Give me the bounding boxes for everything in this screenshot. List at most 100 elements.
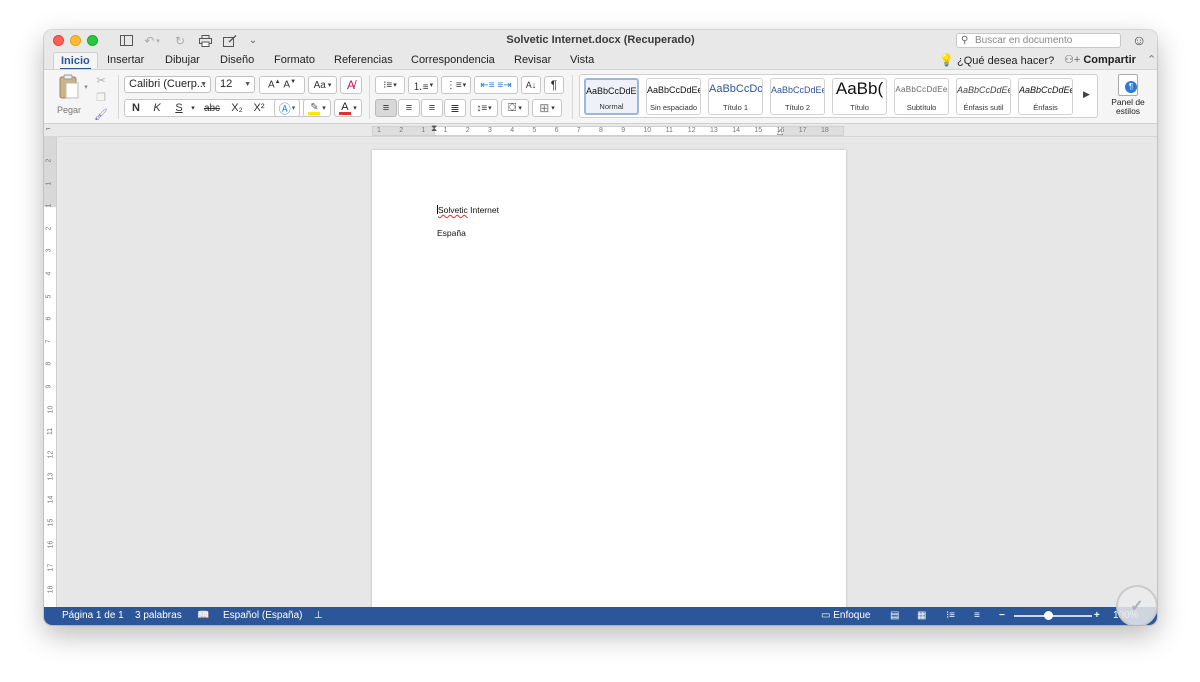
word-count[interactable]: 3 palabras — [135, 610, 182, 622]
shading-button[interactable]: ⛋ ▾ — [501, 99, 529, 117]
clear-format-button[interactable]: A̸ — [340, 76, 362, 94]
feedback-smiley-icon[interactable]: ☺ — [1132, 32, 1146, 48]
paste-button[interactable]: Pegar — [54, 74, 84, 115]
horizontal-ruler[interactable]: ⌐ 1 2 1 1 2 3 4 5 6 7 8 9 10 11 12 13 14 15 16 17 18 ⧗ △ — [44, 123, 1157, 137]
underline-button[interactable]: S — [171, 99, 187, 117]
shrink-font-icon[interactable]: A▼ — [283, 79, 296, 90]
sidebar-toggle-icon[interactable] — [118, 32, 134, 49]
numbering-button[interactable]: ⒈≡ ▾ — [408, 76, 438, 94]
vruler-number: 17 — [47, 563, 55, 572]
bullets-button[interactable]: ⁝≡ ▾ — [375, 76, 405, 94]
text-effects-button[interactable]: Ⓐ ▾ — [274, 99, 300, 117]
borders-button[interactable]: ⊞ ▾ — [532, 99, 562, 117]
indent-marker-icon[interactable]: ⧗ — [431, 123, 437, 134]
format-painter-icon[interactable]: 🖌 — [93, 105, 109, 123]
tell-me-label: ¿Qué desea hacer? — [957, 55, 1055, 67]
copy-icon[interactable]: ❐ — [93, 88, 109, 106]
text-effects-icon: Ⓐ — [278, 101, 291, 116]
style-sample: AaBbCcDdEe — [895, 85, 948, 94]
edit-icon[interactable] — [221, 32, 238, 49]
tab-diseno[interactable]: Diseño — [220, 52, 254, 69]
maximize-window-button[interactable] — [87, 35, 98, 46]
misspelled-word[interactable]: Solvetic — [438, 205, 468, 215]
zoom-slider-thumb[interactable] — [1044, 611, 1053, 620]
style-normal[interactable]: AaBbCcDdEe Normal — [584, 78, 639, 115]
redo-icon[interactable]: ↻ — [172, 32, 188, 49]
justify-button[interactable]: ≣ — [444, 99, 466, 117]
track-changes-icon[interactable]: ⊥ — [314, 610, 323, 622]
ruler-number: 14 — [732, 127, 740, 134]
style-titulo-1[interactable]: AaBbCcDc Título 1 — [708, 78, 763, 115]
cut-icon[interactable]: ✂ — [93, 71, 109, 89]
style-enfasis[interactable]: AaBbCcDdEe Énfasis — [1018, 78, 1073, 115]
document-paragraph-2[interactable]: España — [437, 228, 466, 238]
tab-stop-selector-icon[interactable]: ⌐ — [46, 124, 51, 133]
tab-referencias[interactable]: Referencias — [334, 52, 393, 69]
minimize-window-button[interactable] — [70, 35, 81, 46]
multilevel-list-button[interactable]: ⋮≡ ▾ — [441, 76, 471, 94]
focus-mode-button[interactable]: ▭ Enfoque — [821, 610, 871, 622]
grow-font-icon[interactable]: A▲ — [268, 79, 281, 90]
print-layout-icon[interactable]: ▤ — [890, 610, 899, 622]
style-titulo-2[interactable]: AaBbCcDdEe Título 2 — [770, 78, 825, 115]
line-spacing-button[interactable]: ↕≡ ▾ — [470, 99, 498, 117]
bold-button[interactable]: N — [127, 99, 145, 117]
highlight-button[interactable]: ✎ ▾ — [303, 99, 331, 117]
right-indent-marker-icon[interactable]: △ — [777, 127, 783, 136]
page-count[interactable]: Página 1 de 1 — [62, 610, 124, 622]
gallery-next-icon[interactable]: ▶ — [1083, 89, 1090, 100]
proofing-book-icon[interactable]: 📖 — [197, 610, 209, 622]
tab-formato[interactable]: Formato — [274, 52, 315, 69]
style-subtitulo[interactable]: AaBbCcDdEe Subtítulo — [894, 78, 949, 115]
font-name-select[interactable]: Calibri (Cuerp... ▼ — [124, 76, 211, 93]
style-enfasis-sutil[interactable]: AaBbCcDdEe Énfasis sutil — [956, 78, 1011, 115]
share-button[interactable]: ⚇+ Compartir ⌃ — [1064, 53, 1156, 66]
chevron-down-icon: ▼ — [200, 81, 207, 88]
paste-dropdown-icon[interactable]: ▾ — [82, 78, 90, 96]
styles-pane-button[interactable]: Panel de estilos — [1104, 74, 1152, 122]
document-canvas[interactable]: Solvetic Internet España — [58, 138, 1157, 610]
tab-insertar[interactable]: Insertar — [107, 52, 144, 69]
style-titulo[interactable]: AaBb( Título — [832, 78, 887, 115]
font-color-button[interactable]: A ▾ — [334, 99, 362, 117]
zoom-in-button[interactable]: + — [1094, 610, 1100, 622]
tab-inicio[interactable]: Inicio — [53, 52, 98, 70]
language-status[interactable]: Español (España) — [223, 610, 303, 622]
change-case-button[interactable]: Aa ▾ — [308, 76, 337, 94]
strikethrough-button[interactable]: abc — [200, 99, 224, 117]
outline-view-icon[interactable]: ⁝≡ — [946, 610, 955, 622]
ruler-number: 11 — [665, 127, 673, 134]
tab-revisar[interactable]: Revisar — [514, 52, 551, 69]
vertical-ruler[interactable]: 2 1 1 2 3 4 5 6 7 8 9 10 11 12 13 14 15 16 17 18 — [44, 137, 57, 607]
show-marks-button[interactable]: ¶ — [544, 76, 564, 94]
customize-toolbar-icon[interactable]: ⌄ — [247, 32, 259, 49]
tab-correspondencia[interactable]: Correspondencia — [411, 52, 495, 69]
web-layout-icon[interactable]: ▦ — [917, 610, 926, 622]
document-paragraph-1[interactable]: Solvetic Internet — [437, 205, 499, 215]
align-right-button[interactable]: ≡ — [421, 99, 443, 117]
close-window-button[interactable] — [53, 35, 64, 46]
zoom-out-button[interactable]: − — [999, 610, 1005, 622]
draft-view-icon[interactable]: ≡ — [974, 610, 980, 622]
decrease-indent-icon[interactable]: ⇤≡ — [480, 80, 494, 91]
sort-button[interactable]: A↓ — [521, 76, 541, 94]
ruler-number: 1 — [443, 127, 448, 134]
print-icon[interactable] — [197, 32, 214, 49]
style-sin-espaciado[interactable]: AaBbCcDdEe Sin espaciado — [646, 78, 701, 115]
collapse-ribbon-icon[interactable]: ⌃ — [1147, 54, 1156, 66]
zoom-slider[interactable] — [1014, 615, 1092, 617]
subscript-button[interactable]: X₂ — [227, 99, 247, 117]
search-input[interactable]: ⚲ Buscar en documento — [956, 33, 1121, 48]
tab-vista[interactable]: Vista — [570, 52, 594, 69]
italic-button[interactable]: K — [148, 99, 166, 117]
increase-indent-icon[interactable]: ≡⇥ — [497, 80, 511, 91]
font-size-select[interactable]: 12 ▼ — [215, 76, 255, 93]
underline-dropdown-icon[interactable]: ▾ — [189, 99, 197, 117]
document-page[interactable]: Solvetic Internet España — [372, 150, 846, 610]
tell-me-button[interactable]: 💡 ¿Qué desea hacer? — [939, 53, 1054, 67]
tab-dibujar[interactable]: Dibujar — [165, 52, 200, 69]
superscript-button[interactable]: X² — [249, 99, 269, 117]
align-left-button[interactable]: ≡ — [375, 99, 397, 117]
align-center-button[interactable]: ≡ — [398, 99, 420, 117]
undo-icon[interactable]: ↶ ▾ — [141, 32, 163, 49]
